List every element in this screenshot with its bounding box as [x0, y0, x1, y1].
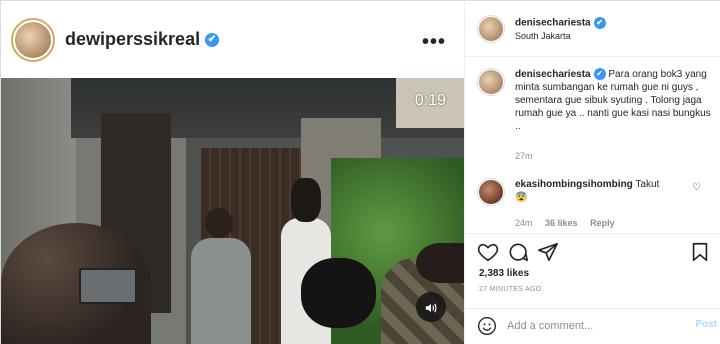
comment-emoji: 😨: [515, 192, 528, 203]
denisechariesta-avatar[interactable]: [477, 14, 505, 43]
dewiperssikreal-avatar[interactable]: [11, 17, 55, 62]
comment-time[interactable]: 24m: [515, 218, 533, 228]
verified-badge-icon: ✔: [593, 68, 606, 81]
reply-button[interactable]: Reply: [590, 218, 615, 228]
verified-badge-icon: ✔: [593, 16, 606, 29]
add-comment-row: Post: [477, 315, 717, 337]
like-heart-icon[interactable]: [477, 241, 499, 263]
post-comment-button[interactable]: Post: [695, 319, 717, 330]
comment-meta: 24m 36 likes Reply: [515, 218, 625, 228]
share-paper-plane-icon[interactable]: [537, 241, 559, 263]
emoji-smiley-icon[interactable]: [477, 316, 497, 336]
video-overlay-header: dewiperssikreal ✔ •••: [1, 1, 464, 78]
post-caption: denisechariesta ✔ Para orang bok3 yang mi…: [477, 68, 717, 133]
save-bookmark-icon[interactable]: [689, 241, 711, 263]
video-player[interactable]: 0:19: [1, 78, 464, 344]
comment-text: Takut: [635, 179, 660, 190]
comment-username[interactable]: ekasihombingsihombing: [515, 179, 633, 190]
commenter-avatar[interactable]: [477, 178, 505, 206]
add-comment-input[interactable]: [507, 320, 667, 332]
post-header: denisechariesta ✔ South Jakarta: [465, 1, 720, 57]
post-author-username[interactable]: denisechariesta ✔: [515, 16, 606, 29]
likes-count[interactable]: 2,383 likes: [479, 268, 529, 279]
caption-time[interactable]: 27m: [515, 151, 533, 161]
comment-bubble-icon[interactable]: [507, 241, 529, 263]
instagram-post-window: dewiperssikreal ✔ ••• 0:19 denisecharies…: [0, 0, 720, 344]
post-side-panel: denisechariesta ✔ South Jakarta denisecha…: [465, 1, 720, 344]
post-timestamp[interactable]: 27 MINUTES AGO: [479, 286, 542, 293]
speaker-icon[interactable]: [416, 292, 446, 322]
caption-author-avatar[interactable]: [477, 68, 505, 96]
video-timecode: 0:19: [414, 92, 446, 109]
action-bar: [477, 241, 711, 263]
caption-username[interactable]: denisechariesta: [515, 69, 591, 80]
video-owner-username[interactable]: dewiperssikreal ✔: [65, 29, 220, 50]
more-options-icon[interactable]: •••: [422, 31, 446, 54]
verified-badge-icon: ✔: [205, 33, 220, 48]
comment-item: ekasihombingsihombing Takut 😨 ♡: [477, 178, 717, 206]
post-location[interactable]: South Jakarta: [515, 31, 606, 41]
comment-likes[interactable]: 36 likes: [545, 218, 578, 228]
comment-like-heart-icon[interactable]: ♡: [692, 182, 701, 193]
comments-section: denisechariesta ✔ Para orang bok3 yang mi…: [465, 58, 720, 233]
